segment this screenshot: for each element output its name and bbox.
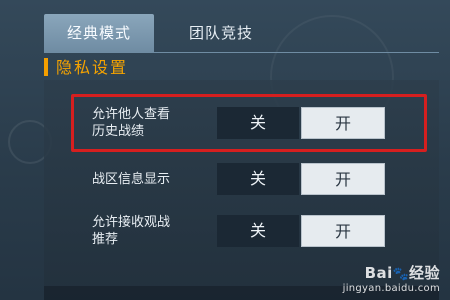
- setting-row-zone-info: 战区信息显示 关 开: [44, 163, 439, 197]
- toggle-on-button[interactable]: 开: [301, 163, 385, 195]
- watermark-suffix: 经验: [408, 264, 440, 282]
- tab-classic-mode[interactable]: 经典模式: [44, 14, 154, 52]
- setting-label-zone-info: 战区信息显示: [92, 172, 171, 187]
- watermark-url: jingyan.baidu.com: [342, 283, 440, 294]
- toggle-off-button[interactable]: 关: [217, 163, 299, 195]
- red-highlight-annotation: [71, 94, 427, 152]
- baidu-jingyan-watermark: Bai🐾经验 jingyan.baidu.com: [343, 262, 440, 294]
- toggle-spectate-recommend: 关 开: [217, 215, 385, 247]
- toggle-on-button[interactable]: 开: [301, 215, 385, 247]
- setting-row-spectate-recommend: 允许接收观战 推荐 关 开: [44, 213, 439, 249]
- toggle-off-button[interactable]: 关: [217, 215, 299, 247]
- section-accent-bar: [44, 58, 48, 76]
- tab-team-deathmatch[interactable]: 团队竞技: [175, 14, 267, 52]
- paw-icon: 🐾: [392, 267, 409, 282]
- mode-tabs: 经典模式 团队竞技: [0, 0, 450, 52]
- setting-label-spectate-recommend: 允许接收观战 推荐: [92, 215, 171, 247]
- section-title: 隐私设置: [56, 58, 129, 77]
- watermark-brand: Bai: [364, 264, 393, 282]
- toggle-zone-info: 关 开: [217, 163, 385, 195]
- privacy-section-header: 隐私设置: [44, 52, 439, 79]
